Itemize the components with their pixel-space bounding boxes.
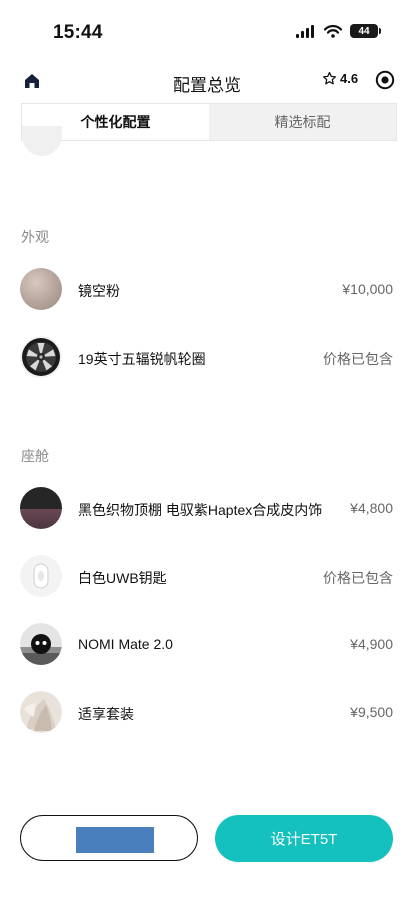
item-name: 19英寸五辐锐帆轮圈: [78, 351, 206, 367]
wifi-icon: [324, 24, 342, 38]
secondary-button[interactable]: [20, 815, 198, 861]
partial-thumbnail: [22, 126, 62, 156]
signal-icon: [296, 24, 314, 38]
wheel-icon: [20, 336, 62, 378]
interior-swatch: [20, 487, 62, 529]
section-label-exterior: 外观: [21, 229, 49, 245]
nomi-icon: [20, 623, 62, 665]
list-item[interactable]: 19英寸五辐锐帆轮圈 价格已包含: [20, 336, 393, 380]
list-item[interactable]: NOMI Mate 2.0 ¥4,900: [20, 623, 393, 667]
item-name: 适享套装: [78, 706, 134, 722]
battery-level: 44: [358, 25, 370, 37]
list-item[interactable]: 适享套装 ¥9,500: [20, 691, 393, 735]
item-name: NOMI Mate 2.0: [78, 636, 173, 652]
package-icon: [20, 691, 62, 733]
tab-standard[interactable]: 精选标配: [209, 104, 396, 140]
target-icon[interactable]: [375, 70, 395, 90]
list-item[interactable]: 镜空粉 ¥10,000: [20, 268, 393, 312]
status-time: 15:44: [53, 22, 103, 43]
battery-icon: 44: [350, 24, 381, 38]
status-icons: 44: [296, 24, 381, 38]
design-button[interactable]: 设计ET5T: [215, 815, 393, 862]
item-price: 价格已包含: [323, 351, 393, 367]
list-item[interactable]: 白色UWB钥匙 价格已包含: [20, 555, 393, 599]
section-label-cabin: 座舱: [21, 448, 49, 464]
top-nav: 配置总览 4.6: [0, 62, 414, 102]
item-name: 镜空粉: [78, 283, 120, 299]
redacted-label: [76, 827, 154, 853]
item-price: ¥9,500: [350, 704, 393, 720]
status-bar: 15:44 44: [0, 0, 414, 62]
star-icon: [322, 71, 337, 85]
item-price: ¥4,800: [350, 500, 393, 516]
rating-button[interactable]: 4.6: [322, 71, 358, 86]
paint-swatch: [20, 268, 62, 310]
item-name: 黑色织物顶棚 电驭紫Haptex合成皮内饰: [78, 502, 323, 518]
key-icon: [20, 555, 62, 597]
item-name: 白色UWB钥匙: [78, 570, 167, 586]
item-price: 价格已包含: [323, 570, 393, 586]
item-price: ¥10,000: [342, 281, 393, 297]
rating-value: 4.6: [340, 71, 359, 86]
config-tabs: 个性化配置 精选标配: [21, 103, 397, 141]
bottom-action-bar: 设计ET5T: [0, 800, 414, 900]
list-item[interactable]: 黑色织物顶棚 电驭紫Haptex合成皮内饰 ¥4,800: [20, 487, 393, 531]
item-price: ¥4,900: [350, 636, 393, 652]
